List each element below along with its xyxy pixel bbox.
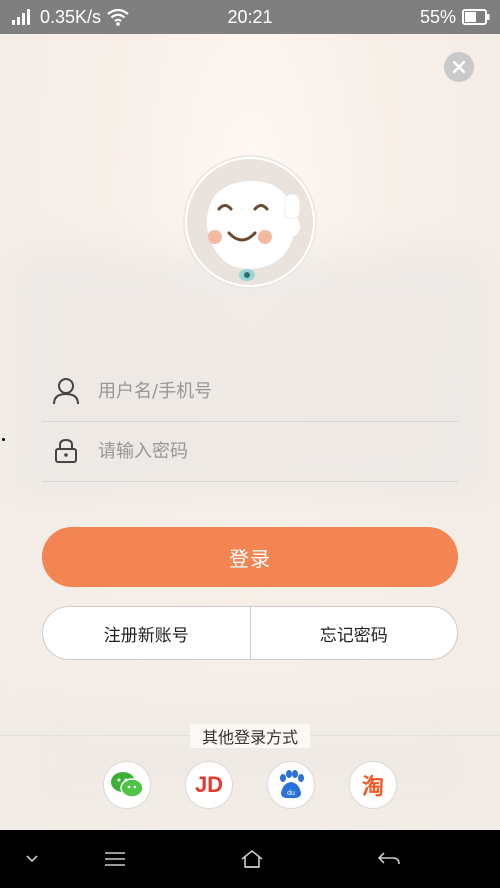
- other-login-header: 其他登录方式: [0, 724, 500, 748]
- baidu-icon: du: [280, 770, 304, 799]
- account-actions: 注册新账号 忘记密码: [42, 606, 458, 660]
- jd-login-button[interactable]: JD: [185, 761, 233, 809]
- nav-back-button[interactable]: [374, 830, 404, 888]
- password-input[interactable]: [96, 439, 440, 463]
- home-icon: [241, 849, 263, 868]
- jd-icon: JD: [194, 772, 224, 797]
- avatar: [185, 157, 315, 287]
- password-field[interactable]: [42, 421, 458, 482]
- status-right: 55%: [420, 0, 490, 34]
- back-icon: [377, 852, 400, 865]
- register-label: 注册新账号: [103, 625, 189, 646]
- system-nav-bar: [0, 830, 500, 888]
- other-login-title: 其他登录方式: [190, 724, 310, 748]
- clock: 20:21: [227, 6, 273, 27]
- forgot-label: 忘记密码: [319, 625, 388, 646]
- status-bar: 0.35K/s 20:21 55%: [0, 0, 500, 34]
- wechat-login-button[interactable]: [103, 761, 151, 809]
- nav-menu-button[interactable]: [100, 830, 130, 888]
- wechat-icon: [111, 772, 144, 798]
- nav-home-button[interactable]: [237, 830, 267, 888]
- lock-icon-wrap: [46, 431, 86, 471]
- lock-icon: [55, 438, 77, 463]
- username-input[interactable]: [96, 379, 440, 403]
- login-button-label: 登录: [229, 546, 271, 571]
- close-button[interactable]: [444, 52, 474, 82]
- user-icon: [53, 378, 79, 405]
- battery-icon: [462, 9, 490, 25]
- taobao-icon: 淘: [361, 775, 384, 800]
- menu-icon: [105, 852, 125, 866]
- forgot-password-button[interactable]: 忘记密码: [251, 607, 458, 659]
- background-blur-bottom: [20, 700, 480, 820]
- nav-collapse-button[interactable]: [18, 830, 46, 888]
- baidu-login-button[interactable]: du: [267, 761, 315, 809]
- battery-percent: 55%: [419, 6, 456, 27]
- chevron-down-icon: [26, 855, 38, 863]
- baidu-du-text: du: [287, 790, 295, 797]
- taobao-login-button[interactable]: 淘: [349, 761, 397, 809]
- login-button[interactable]: 登录: [42, 527, 458, 587]
- username-field[interactable]: [42, 361, 458, 422]
- user-icon-wrap: [46, 371, 86, 411]
- close-icon: [452, 60, 466, 74]
- mascot-icon: [187, 159, 313, 285]
- stray-dot: [2, 438, 5, 441]
- register-button[interactable]: 注册新账号: [43, 607, 250, 659]
